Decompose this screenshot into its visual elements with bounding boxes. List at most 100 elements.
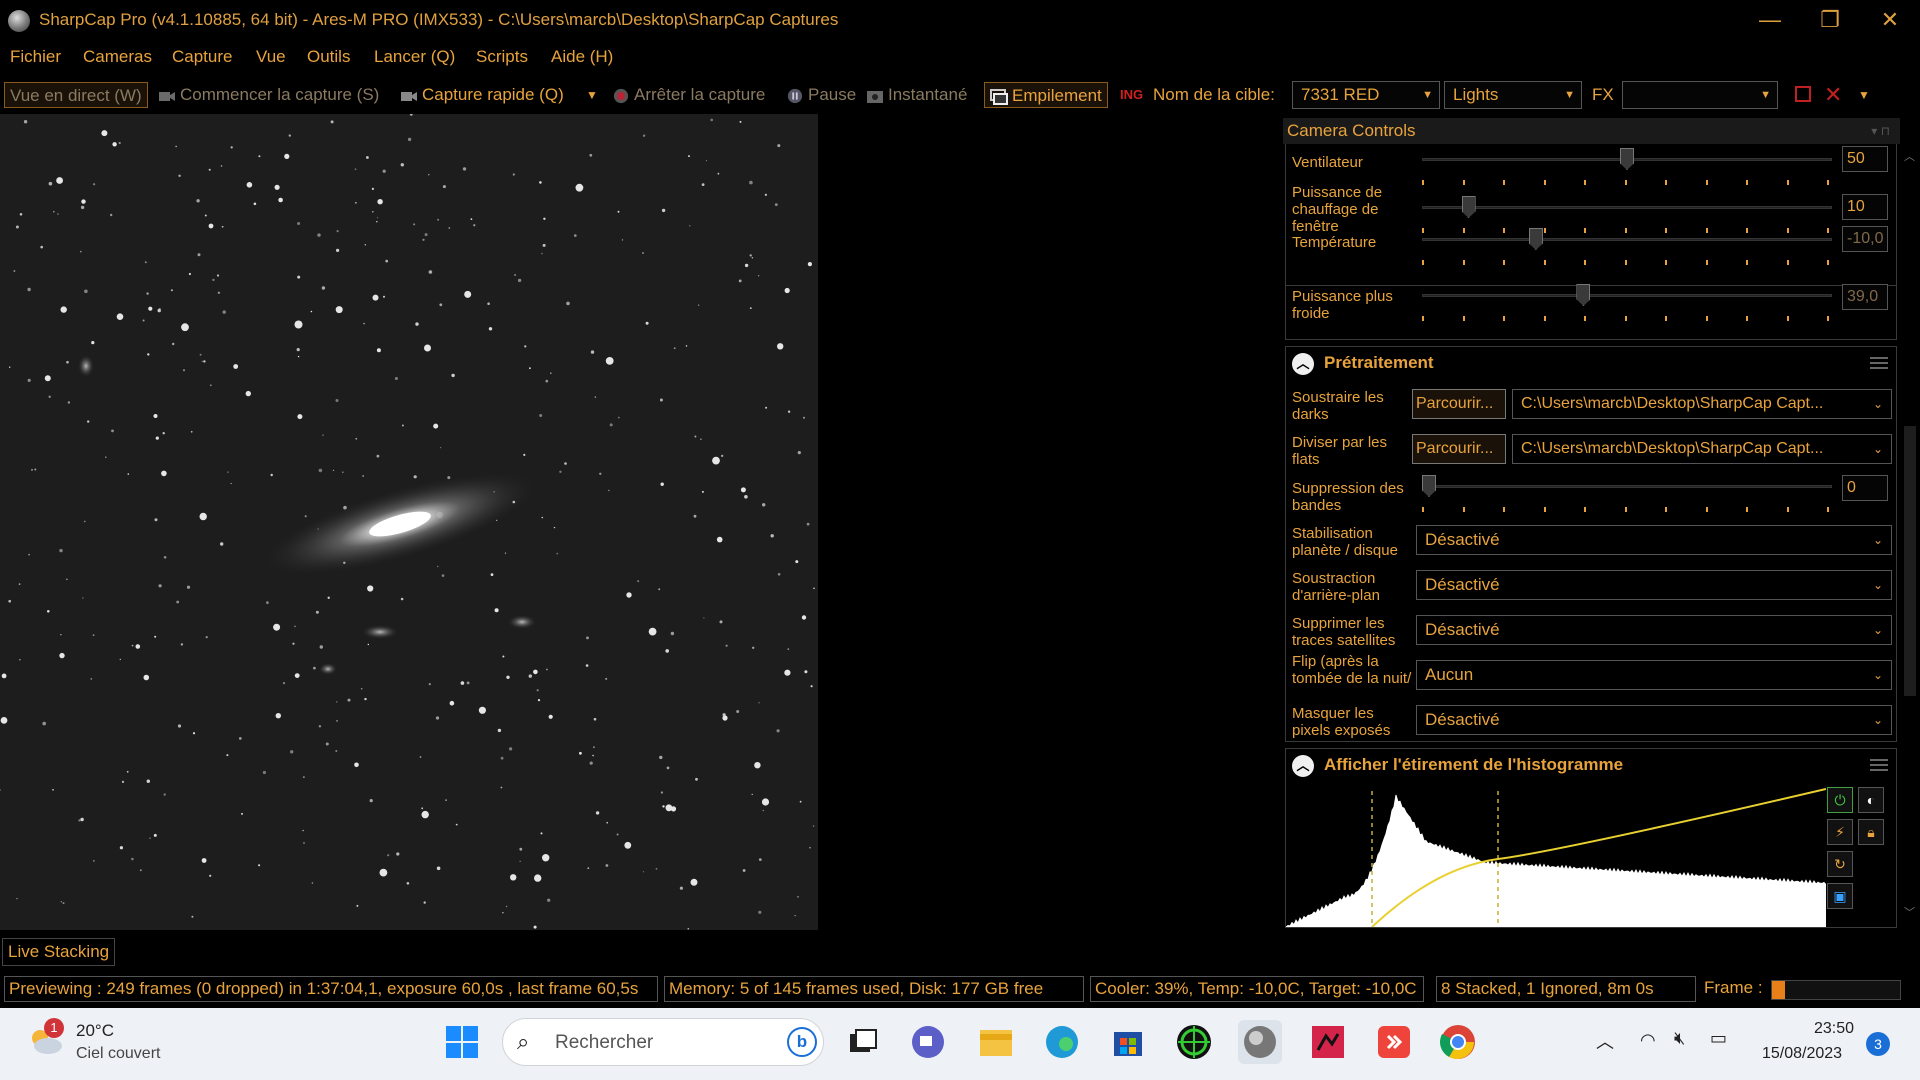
stop-capture-button[interactable]: Arrêter la capture	[612, 82, 765, 108]
anydesk-icon[interactable]	[1372, 1020, 1416, 1064]
slider-tick	[1584, 316, 1586, 321]
target-name-value: 7331 RED	[1301, 85, 1380, 104]
menu-lancer[interactable]: Lancer (Q)	[374, 47, 455, 67]
menu-scripts[interactable]: Scripts	[476, 47, 528, 67]
crosshair-icon[interactable]: ✕	[1824, 82, 1842, 108]
frame-type-combo[interactable]: Lights ▼	[1444, 81, 1582, 109]
status-preview: Previewing : 249 frames (0 dropped) in 1…	[4, 976, 658, 1002]
start-capture-button[interactable]: Commencer la capture (S)	[158, 82, 379, 108]
search-icon: ⌕	[517, 1029, 530, 1054]
pause-button[interactable]: Pause	[786, 82, 856, 108]
collapse-icon[interactable]: ︿	[1292, 353, 1314, 375]
collapse-icon[interactable]: ︿	[1292, 755, 1314, 777]
heater-label: Puissance de chauffage de fenêtre	[1292, 184, 1383, 235]
chevron-up-icon[interactable]: ︿	[1596, 1028, 1614, 1054]
menu-outils[interactable]: Outils	[307, 47, 350, 67]
live-stacking-tab[interactable]: Live Stacking	[2, 938, 116, 966]
slider-tick	[1422, 316, 1424, 321]
satellite-trails-combo[interactable]: Désactivé ⌄	[1416, 615, 1892, 645]
flip-combo[interactable]: Aucun ⌄	[1416, 660, 1892, 690]
cooler-power-value: 39,0	[1842, 284, 1888, 310]
quick-capture-dropdown-icon[interactable]: ▼	[586, 82, 598, 108]
stacking-button[interactable]: Empilement	[984, 82, 1108, 108]
quick-capture-button[interactable]: Capture rapide (Q)	[400, 82, 564, 108]
histogram-power-icon[interactable]: ⏻	[1827, 787, 1853, 813]
selection-rect-icon[interactable]	[1795, 86, 1811, 102]
maximize-button[interactable]: ❐	[1810, 6, 1850, 34]
file-explorer-icon[interactable]	[974, 1020, 1018, 1064]
stacking-label: Empilement	[1012, 86, 1102, 105]
close-button[interactable]: ✕	[1870, 6, 1910, 34]
menu-capture[interactable]: Capture	[172, 47, 232, 67]
preprocessing-section: ︿ Prétraitement Soustraire les darks Par…	[1285, 346, 1897, 742]
banding-value[interactable]: 0	[1842, 475, 1888, 501]
target-name-combo[interactable]: 7331 RED ▼	[1292, 81, 1440, 109]
volume-muted-icon[interactable]: 🔇︎	[1674, 1028, 1685, 1049]
live-view-button[interactable]: Vue en direct (W)	[4, 82, 148, 108]
scrollbar-thumb[interactable]	[1904, 426, 1916, 696]
heater-value[interactable]: 10	[1842, 194, 1888, 220]
save-icon[interactable]: ▣	[1827, 883, 1853, 909]
wifi-icon[interactable]: ◠	[1640, 1030, 1656, 1051]
slider-tick	[1462, 260, 1465, 265]
pin-icon[interactable]: ▾ ⊓	[1871, 118, 1890, 144]
slider-tick	[1746, 316, 1748, 321]
banding-slider[interactable]	[1422, 475, 1832, 512]
clock-time[interactable]: 23:50	[1814, 1020, 1854, 1038]
flats-browse-button[interactable]: Parcourir...	[1412, 434, 1506, 464]
auto-stretch-lightning-icon[interactable]: ⚡	[1827, 819, 1853, 845]
darks-browse-button[interactable]: Parcourir...	[1412, 389, 1506, 419]
section-menu-icon[interactable]	[1870, 357, 1888, 369]
scroll-up-icon[interactable]: ︿	[1904, 148, 1915, 164]
flats-path-combo[interactable]: C:\Users\marcb\Desktop\SharpCap Capt... ⌄	[1512, 434, 1892, 464]
controls-scrollbar[interactable]: ︿ ﹀	[1900, 146, 1920, 926]
fan-value[interactable]: 50	[1842, 146, 1888, 172]
slider-thumb[interactable]	[1620, 148, 1634, 170]
slider-thumb[interactable]	[1422, 475, 1436, 497]
background-subtraction-combo[interactable]: Désactivé ⌄	[1416, 570, 1892, 600]
camera-controls-header[interactable]: Camera Controls ▾ ⊓	[1283, 118, 1900, 144]
temperature-label: Température	[1292, 234, 1377, 251]
windows-start-icon[interactable]	[440, 1020, 484, 1064]
menu-fichier[interactable]: Fichier	[10, 47, 61, 67]
lock-icon[interactable]: 🔒︎	[1858, 819, 1884, 845]
image-viewport[interactable]	[0, 114, 818, 930]
battery-icon[interactable]: ▭	[1710, 1028, 1727, 1049]
snapshot-button[interactable]: Instantané	[866, 82, 967, 108]
task-view-icon[interactable]	[840, 1020, 884, 1064]
title-bar: SharpCap Pro (v4.1.10885, 64 bit) - Ares…	[0, 0, 1920, 40]
contrast-icon[interactable]: ◐	[1858, 787, 1884, 813]
start-capture-label: Commencer la capture (S)	[180, 85, 380, 104]
scroll-down-icon[interactable]: ﹀	[1904, 904, 1915, 920]
reset-icon[interactable]: ↻	[1827, 851, 1853, 877]
minimize-button[interactable]: —	[1750, 6, 1790, 34]
menu-cameras[interactable]: Cameras	[83, 47, 152, 67]
notification-badge[interactable]: 3	[1866, 1032, 1890, 1056]
fx-combo[interactable]: ▼	[1622, 81, 1778, 109]
taskbar-search[interactable]: ⌕ Rechercher b	[502, 1018, 824, 1066]
menu-aide[interactable]: Aide (H)	[551, 47, 613, 67]
sharpcap-app-icon[interactable]	[1238, 1020, 1282, 1064]
heater-slider[interactable]	[1422, 196, 1832, 233]
slider-thumb[interactable]	[1461, 196, 1476, 218]
astro-image	[0, 114, 818, 930]
edge-browser-icon[interactable]	[1040, 1020, 1084, 1064]
bing-icon[interactable]: b	[787, 1027, 817, 1057]
phd2-guiding-icon[interactable]	[1172, 1020, 1216, 1064]
stabilisation-combo[interactable]: Désactivé ⌄	[1416, 525, 1892, 555]
search-placeholder: Rechercher	[555, 1032, 654, 1053]
clock-date[interactable]: 15/08/2023	[1762, 1045, 1842, 1063]
histogram-plot[interactable]	[1286, 787, 1826, 927]
toolbar-overflow-icon[interactable]: ▼	[1858, 88, 1870, 102]
chevron-down-icon: ⌄	[1872, 442, 1883, 456]
darks-path-value: C:\Users\marcb\Desktop\SharpCap Capt...	[1521, 395, 1824, 412]
section-menu-icon[interactable]	[1870, 759, 1888, 771]
mask-pixels-combo[interactable]: Désactivé ⌄	[1416, 705, 1892, 735]
darks-path-combo[interactable]: C:\Users\marcb\Desktop\SharpCap Capt... ⌄	[1512, 389, 1892, 419]
teams-chat-icon[interactable]	[906, 1020, 950, 1064]
chrome-icon[interactable]	[1436, 1020, 1480, 1064]
fan-slider[interactable]	[1422, 148, 1832, 185]
astro-app-icon[interactable]	[1306, 1020, 1350, 1064]
microsoft-store-icon[interactable]	[1106, 1020, 1150, 1064]
menu-vue[interactable]: Vue	[256, 47, 286, 67]
